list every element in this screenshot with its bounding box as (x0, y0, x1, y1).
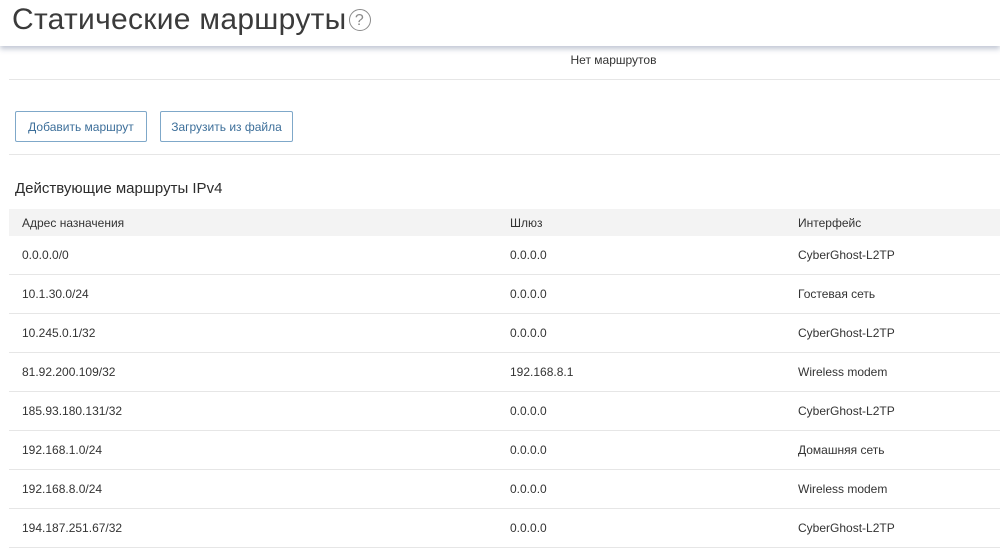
table-row: 0.0.0.0/0 0.0.0.0 CyberGhost-L2TP (9, 236, 1000, 275)
interface-cell: CyberGhost-L2TP (798, 404, 895, 418)
section-divider (9, 154, 1000, 155)
active-routes-title: Действующие маршруты IPv4 (15, 180, 223, 197)
page-title: Статические маршруты? (12, 2, 371, 38)
table-row: 192.168.8.0/24 0.0.0.0 Wireless modem (9, 470, 1000, 509)
interface-cell: CyberGhost-L2TP (798, 248, 895, 262)
gateway-cell: 0.0.0.0 (510, 482, 547, 496)
destination-cell: 81.92.200.109/32 (22, 365, 116, 379)
column-header-gateway[interactable]: Шлюз (510, 216, 543, 230)
interface-cell: Гостевая сеть (798, 287, 876, 301)
gateway-cell: 0.0.0.0 (510, 443, 547, 457)
column-header-destination[interactable]: Адрес назначения (22, 216, 124, 230)
help-icon[interactable]: ? (348, 9, 371, 31)
destination-cell: 192.168.8.0/24 (22, 482, 103, 496)
gateway-cell: 0.0.0.0 (510, 287, 547, 301)
interface-cell: Wireless modem (798, 365, 888, 379)
table-row: 81.92.200.109/32 192.168.8.1 Wireless mo… (9, 353, 1000, 392)
table-row: 10.1.30.0/24 0.0.0.0 Гостевая сеть (9, 275, 1000, 314)
table-row: 185.93.180.131/32 0.0.0.0 CyberGhost-L2T… (9, 392, 1000, 431)
static-routes-empty-row: Нет маршрутов (9, 49, 1000, 80)
load-from-file-button[interactable]: Загрузить из файла (160, 111, 293, 142)
destination-cell: 0.0.0.0/0 (22, 248, 69, 262)
interface-cell: Домашняя сеть (798, 443, 885, 457)
gateway-cell: 0.0.0.0 (510, 404, 547, 418)
add-route-button[interactable]: Добавить маршрут (15, 111, 147, 142)
column-header-interface[interactable]: Интерфейс (798, 216, 861, 230)
gateway-cell: 0.0.0.0 (510, 248, 547, 262)
gateway-cell: 192.168.8.1 (510, 365, 574, 379)
page-header: Статические маршруты? (0, 0, 1000, 46)
interface-cell: CyberGhost-L2TP (798, 326, 895, 340)
no-routes-text: Нет маршрутов (570, 53, 657, 67)
destination-cell: 192.168.1.0/24 (22, 443, 103, 457)
destination-cell: 10.245.0.1/32 (22, 326, 96, 340)
active-routes-table: Адрес назначения Шлюз Интерфейс 0.0.0.0/… (9, 209, 1000, 548)
table-row: 194.187.251.67/32 0.0.0.0 CyberGhost-L2T… (9, 509, 1000, 548)
destination-cell: 185.93.180.131/32 (22, 404, 123, 418)
table-row: 10.245.0.1/32 0.0.0.0 CyberGhost-L2TP (9, 314, 1000, 353)
interface-cell: CyberGhost-L2TP (798, 521, 895, 535)
destination-cell: 10.1.30.0/24 (22, 287, 89, 301)
page-title-text: Статические маршруты (12, 3, 347, 36)
table-header: Адрес назначения Шлюз Интерфейс (9, 209, 1000, 236)
gateway-cell: 0.0.0.0 (510, 326, 547, 340)
gateway-cell: 0.0.0.0 (510, 521, 547, 535)
table-row: 192.168.1.0/24 0.0.0.0 Домашняя сеть (9, 431, 1000, 470)
interface-cell: Wireless modem (798, 482, 888, 496)
destination-cell: 194.187.251.67/32 (22, 521, 123, 535)
